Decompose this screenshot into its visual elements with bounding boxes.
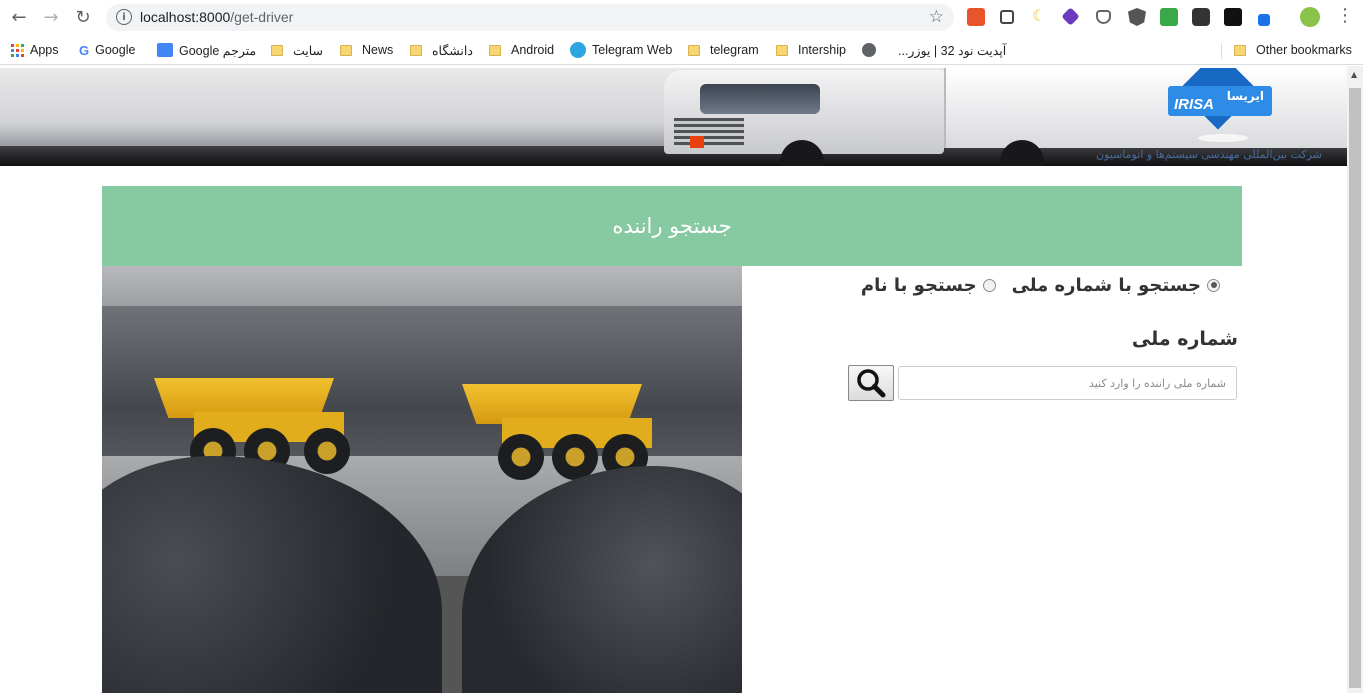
page-viewport: IRISA ایریسا شرکت بین‌المللی مهندسی سیست… <box>0 66 1347 693</box>
folder-icon <box>1234 44 1246 56</box>
scroll-up-icon[interactable]: ▲ <box>1351 70 1357 79</box>
banner-tagline: شرکت بین‌المللی مهندسی سیستم‌ها و اتوماس… <box>1096 148 1323 161</box>
folder-icon <box>340 44 352 56</box>
folder-icon <box>271 44 283 56</box>
truck-trailer <box>944 68 1347 148</box>
globe-icon <box>862 43 876 57</box>
bookmark-university[interactable]: دانشگاه <box>410 41 473 59</box>
mining-trucks-photo <box>102 266 742 693</box>
bookmark-google[interactable]: G Google <box>79 41 135 59</box>
jb-extension-icon[interactable] <box>1224 8 1242 26</box>
page-title-bar: جستجو راننده <box>102 186 1242 266</box>
folder-icon <box>410 44 422 56</box>
radio-national-id[interactable] <box>1207 278 1220 292</box>
search-mode-group: جستجو با شماره ملی جستجو با نام <box>760 272 1220 298</box>
extension-icon[interactable] <box>967 8 985 26</box>
bookmark-telegram-web[interactable]: Telegram Web <box>570 41 672 59</box>
search-button[interactable] <box>848 365 894 401</box>
bookmark-news[interactable]: News <box>340 41 393 59</box>
extension-icon[interactable] <box>1061 7 1080 26</box>
shield-extension-icon[interactable] <box>1128 8 1146 26</box>
vertical-scrollbar[interactable]: ▲ <box>1347 66 1363 693</box>
radio-national-id-label[interactable]: جستجو با شماره ملی <box>1012 275 1201 296</box>
bookmark-telegram[interactable]: telegram <box>688 41 759 59</box>
bookmark-globe[interactable] <box>862 41 882 59</box>
bookmark-intership[interactable]: Intership <box>776 41 846 59</box>
menu-dots-icon[interactable]: ⋮ <box>1336 7 1354 25</box>
search-icon <box>857 369 886 398</box>
folder-icon <box>688 44 700 56</box>
bookmark-android[interactable]: Android <box>489 41 554 59</box>
extension-icon[interactable] <box>1000 10 1014 24</box>
national-id-input[interactable] <box>898 366 1237 400</box>
profile-avatar[interactable] <box>1300 7 1320 27</box>
browser-toolbar: ← → ↻ i localhost:8000/get-driver ☆ ☾ ⋮ <box>0 0 1363 35</box>
bookmark-star-icon[interactable]: ☆ <box>929 7 944 27</box>
folder-icon <box>776 44 788 56</box>
bookmark-site[interactable]: سایت <box>271 41 323 59</box>
extension-icon[interactable] <box>1160 8 1178 26</box>
google-icon: G <box>79 42 90 58</box>
address-bar[interactable]: i localhost:8000/get-driver ☆ <box>106 4 954 31</box>
back-icon[interactable]: ← <box>8 6 30 28</box>
site-info-icon[interactable]: i <box>116 9 132 25</box>
bookmarks-separator <box>1221 43 1222 59</box>
apps-grid-icon <box>11 43 24 57</box>
folder-icon <box>489 44 501 56</box>
pocket-extension-icon[interactable] <box>1096 10 1111 24</box>
telegram-icon <box>570 42 586 58</box>
page-title: جستجو راننده <box>612 214 732 238</box>
header-banner: IRISA ایریسا شرکت بین‌المللی مهندسی سیست… <box>0 68 1347 166</box>
url-text[interactable]: localhost:8000/get-driver <box>140 9 293 25</box>
radio-name-label[interactable]: جستجو با نام <box>861 275 977 296</box>
moon-extension-icon[interactable]: ☾ <box>1032 6 1050 25</box>
bookmark-apps[interactable]: Apps <box>11 41 59 59</box>
bookmarks-bar: Apps G Google Google مترجم سایت News دان… <box>0 35 1363 65</box>
extension-icon[interactable] <box>1192 8 1210 26</box>
bookmark-google-translate[interactable]: Google مترجم <box>157 41 256 59</box>
radio-name[interactable] <box>982 278 996 292</box>
bookmark-nod32[interactable]: آپدیت نود 32 | یوزر... <box>898 41 1006 59</box>
forward-icon[interactable]: → <box>40 6 62 28</box>
reload-icon[interactable]: ↻ <box>72 6 94 28</box>
national-id-label: شماره ملی <box>1131 328 1238 350</box>
eyedropper-extension-icon[interactable] <box>1258 14 1270 26</box>
google-translate-icon <box>157 43 173 57</box>
bookmark-other[interactable]: Other bookmarks <box>1234 41 1352 59</box>
irisa-logo: IRISA ایریسا <box>1168 68 1272 142</box>
scrollbar-thumb[interactable] <box>1349 88 1361 688</box>
